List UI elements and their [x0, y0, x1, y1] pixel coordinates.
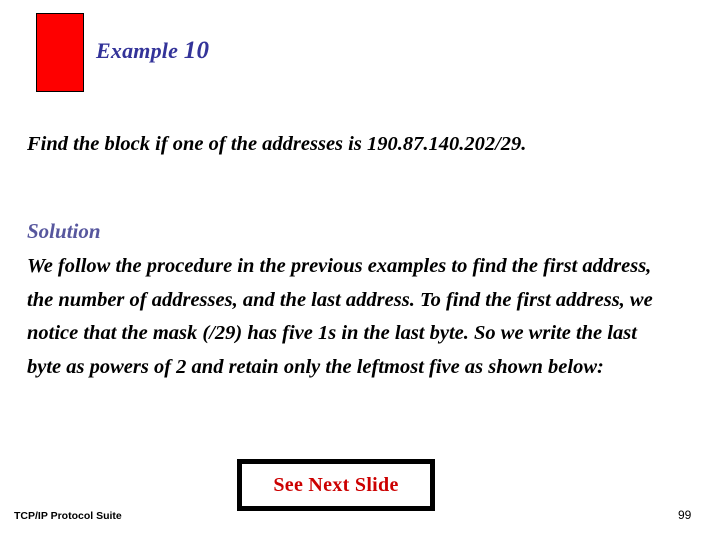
page-title-number: 10: [183, 37, 210, 64]
slide-header: Example 10: [0, 0, 720, 108]
question-address: 190.87.140.202/29.: [366, 133, 527, 155]
solution-heading: Solution: [27, 219, 101, 243]
page-title: Example 10: [96, 38, 209, 64]
question-text: Find the block if one of the addresses i…: [27, 128, 657, 161]
see-next-slide-label: See Next Slide: [273, 474, 399, 496]
see-next-slide-callout[interactable]: See Next Slide: [237, 459, 435, 511]
slide-canvas: Example 10 Find the block if one of the …: [0, 0, 720, 540]
question-block: Find the block if one of the addresses i…: [27, 128, 657, 161]
page-title-prefix: Example: [96, 38, 184, 63]
footer-page-number: 99: [678, 508, 692, 522]
question-line-1: Find the block if one of the addresses i…: [27, 133, 362, 155]
solution-body-text: We follow the procedure in the previous …: [27, 255, 653, 378]
title-accent-rectangle: [36, 13, 84, 92]
footer-book-title: TCP/IP Protocol Suite: [14, 510, 122, 522]
solution-block: Solution We follow the procedure in the …: [27, 218, 667, 384]
